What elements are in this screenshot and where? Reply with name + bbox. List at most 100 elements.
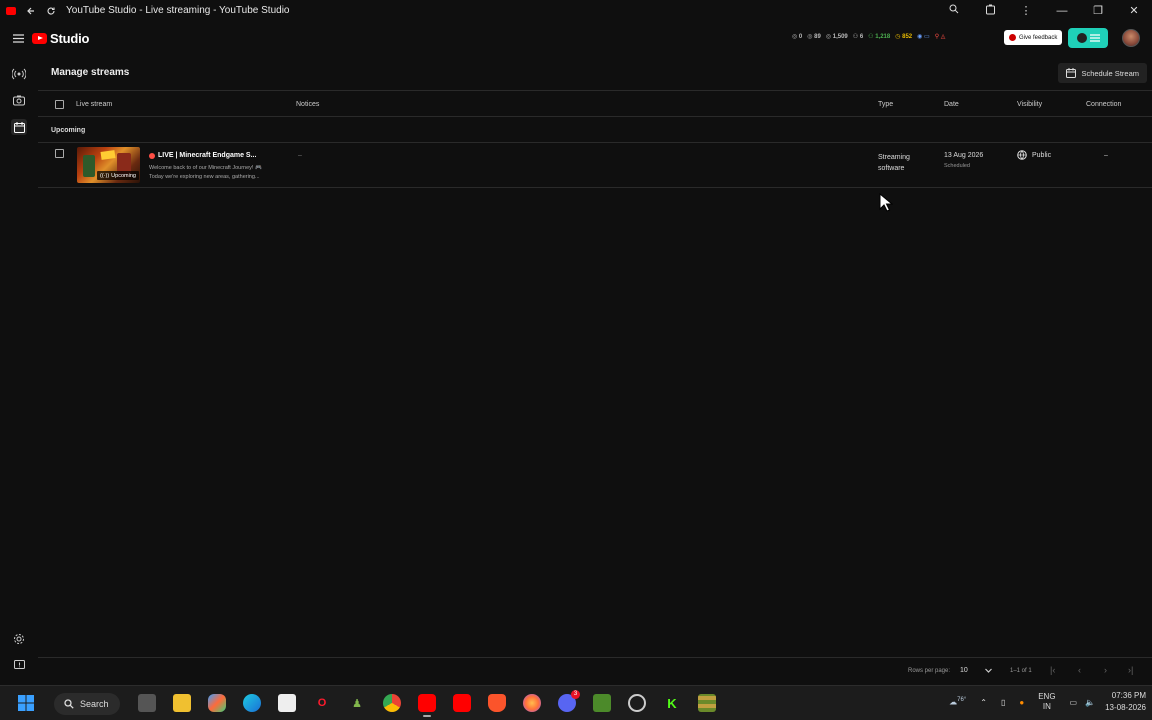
browser-menu-icon[interactable]: ⋮	[1008, 4, 1044, 17]
minimize-button[interactable]: —	[1044, 5, 1080, 17]
notification-icon[interactable]: ⚲ ◬	[935, 33, 946, 40]
account-avatar[interactable]	[1122, 29, 1140, 47]
next-page-icon[interactable]: ›	[1104, 665, 1107, 675]
schedule-stream-button[interactable]: Schedule Stream	[1058, 63, 1147, 83]
youtube-taskbar-icon[interactable]	[418, 694, 436, 717]
chrome-icon[interactable]	[383, 694, 401, 712]
chevron-up-icon[interactable]: ⌃	[980, 698, 987, 707]
extension-stats-bar: ◎ 0 ◎ 89 ◎ 1,509 ⚇ 6 ⚇ 1,218 ◷ 852 ◉ ▭ ⚲…	[792, 33, 945, 40]
upcoming-badge: ((·)) Upcoming	[97, 171, 139, 180]
system-clock[interactable]: 07:36 PM 13-08-2026	[1105, 690, 1146, 714]
edge-icon[interactable]	[243, 694, 261, 712]
table-row[interactable]: ((·)) Upcoming LIVE | Minecraft Endgame …	[38, 143, 1152, 188]
main-content: Manage streams Schedule Stream Live stre…	[38, 55, 1152, 685]
system-tray: ☁76° ⌃ ▯ ● ENG IN ▭ 🔈 07:36 PM 13-08-202…	[949, 690, 1146, 714]
kick-icon[interactable]: K	[663, 694, 681, 712]
app-icon[interactable]	[698, 694, 716, 712]
extension-toolbar-button[interactable]	[1068, 28, 1108, 48]
hamburger-menu-icon[interactable]	[13, 33, 24, 43]
ext-icons[interactable]: ◉ ▭	[917, 33, 930, 40]
extension-logo-icon	[1076, 33, 1087, 43]
stream-title-link[interactable]: LIVE | Minecraft Endgame S...	[149, 152, 256, 159]
watch-stat: ◎ 89	[807, 34, 821, 40]
globe-icon	[1017, 150, 1027, 160]
store-icon[interactable]	[278, 694, 296, 712]
table-header: Live stream Notices Type Date Visibility…	[38, 91, 1152, 117]
studio-logo[interactable]: Studio	[32, 31, 89, 46]
opera-icon[interactable]: O	[313, 694, 331, 712]
nav-webcam-icon[interactable]	[12, 93, 26, 107]
column-type[interactable]: Type	[878, 101, 893, 108]
nav-manage-calendar-icon[interactable]	[11, 119, 27, 135]
chess-icon[interactable]: ♟	[348, 694, 366, 712]
back-arrow-icon[interactable]	[26, 6, 36, 16]
date-status: Scheduled	[944, 163, 970, 169]
visibility-cell[interactable]: Public	[1017, 150, 1051, 160]
views-stat: ◎ 0	[792, 34, 803, 40]
date-cell: 13 Aug 2026	[944, 152, 984, 159]
page-title: Manage streams	[51, 67, 130, 78]
reload-icon[interactable]	[46, 6, 56, 16]
column-live-stream[interactable]: Live stream	[76, 101, 112, 108]
search-icon	[64, 699, 74, 709]
table-pagination: Rows per page: 10 1–1 of 1 |‹ ‹ › ›|	[38, 657, 1152, 685]
rows-per-page-select[interactable]: 10	[960, 667, 968, 674]
microphone-icon[interactable]: ●	[1019, 698, 1024, 707]
first-page-icon[interactable]: |‹	[1050, 665, 1055, 675]
send-feedback-icon[interactable]	[12, 658, 26, 672]
minecraft-icon[interactable]	[593, 694, 611, 712]
give-feedback-button[interactable]: Give feedback	[1004, 30, 1063, 45]
copilot-icon[interactable]	[208, 694, 226, 712]
volume-icon[interactable]: 🔈	[1085, 698, 1095, 707]
pagination-range: 1–1 of 1	[1010, 668, 1032, 674]
select-all-checkbox[interactable]	[55, 100, 64, 109]
task-view-icon[interactable]	[138, 694, 156, 712]
browser-titlebar: YouTube Studio - Live streaming - YouTub…	[0, 0, 1152, 21]
section-upcoming: Upcoming	[38, 117, 1152, 143]
nav-stream-icon[interactable]	[12, 67, 26, 81]
youtube-logo-icon	[32, 32, 47, 44]
windows-taskbar: Search O ♟ 3 K ☁76° ⌃ ▯ ● ENG IN ▭ 🔈 07:…	[0, 685, 1152, 720]
column-notices: Notices	[296, 101, 320, 108]
weather-icon[interactable]: ☁76°	[949, 697, 966, 707]
list-icon	[1089, 34, 1100, 42]
discord-badge: 3	[571, 690, 580, 699]
last-page-icon[interactable]: ›|	[1128, 665, 1133, 675]
windows-start-icon[interactable]	[17, 694, 35, 712]
network-icon[interactable]: ▭	[1070, 698, 1078, 707]
maximize-button[interactable]: ❐	[1080, 4, 1116, 17]
column-visibility[interactable]: Visibility	[1017, 101, 1042, 108]
side-navigation	[0, 55, 38, 685]
subs-stat: ⚇ 6	[852, 34, 864, 40]
chevron-down-icon[interactable]	[984, 666, 993, 677]
studio-logo-text: Studio	[50, 30, 90, 46]
feedback-icon	[1009, 34, 1016, 41]
discord-icon[interactable]: 3	[558, 690, 580, 712]
battery-icon[interactable]: ▯	[1001, 698, 1005, 707]
close-button[interactable]: ✕	[1116, 4, 1152, 17]
obs-icon[interactable]	[628, 694, 646, 712]
connection-cell: –	[1104, 152, 1108, 159]
brave-icon[interactable]	[488, 694, 506, 712]
file-explorer-icon[interactable]	[173, 694, 191, 712]
extensions-icon[interactable]	[972, 4, 1008, 18]
firefox-icon[interactable]	[523, 694, 541, 712]
section-upcoming-label: Upcoming	[51, 127, 86, 134]
impressions-stat: ◎ 1,509	[825, 34, 848, 40]
rows-per-page-label: Rows per page:	[908, 668, 951, 674]
taskbar-search[interactable]: Search	[54, 693, 120, 715]
live-dot-icon	[149, 152, 155, 159]
youtube-studio-taskbar-icon[interactable]	[453, 694, 471, 712]
stream-thumbnail[interactable]: ((·)) Upcoming	[77, 147, 140, 183]
zoom-icon[interactable]	[936, 4, 972, 17]
language-indicator[interactable]: ENG IN	[1038, 692, 1055, 712]
column-connection: Connection	[1086, 101, 1122, 108]
youtube-favicon-icon	[6, 6, 16, 15]
previous-page-icon[interactable]: ‹	[1078, 665, 1081, 675]
row-checkbox[interactable]	[55, 149, 64, 158]
broadcast-icon: ((·))	[100, 172, 110, 179]
page-header: Manage streams	[38, 55, 1152, 91]
type-cell: Streaming software	[878, 154, 910, 172]
settings-gear-icon[interactable]	[12, 632, 26, 646]
column-date[interactable]: Date	[944, 101, 959, 108]
